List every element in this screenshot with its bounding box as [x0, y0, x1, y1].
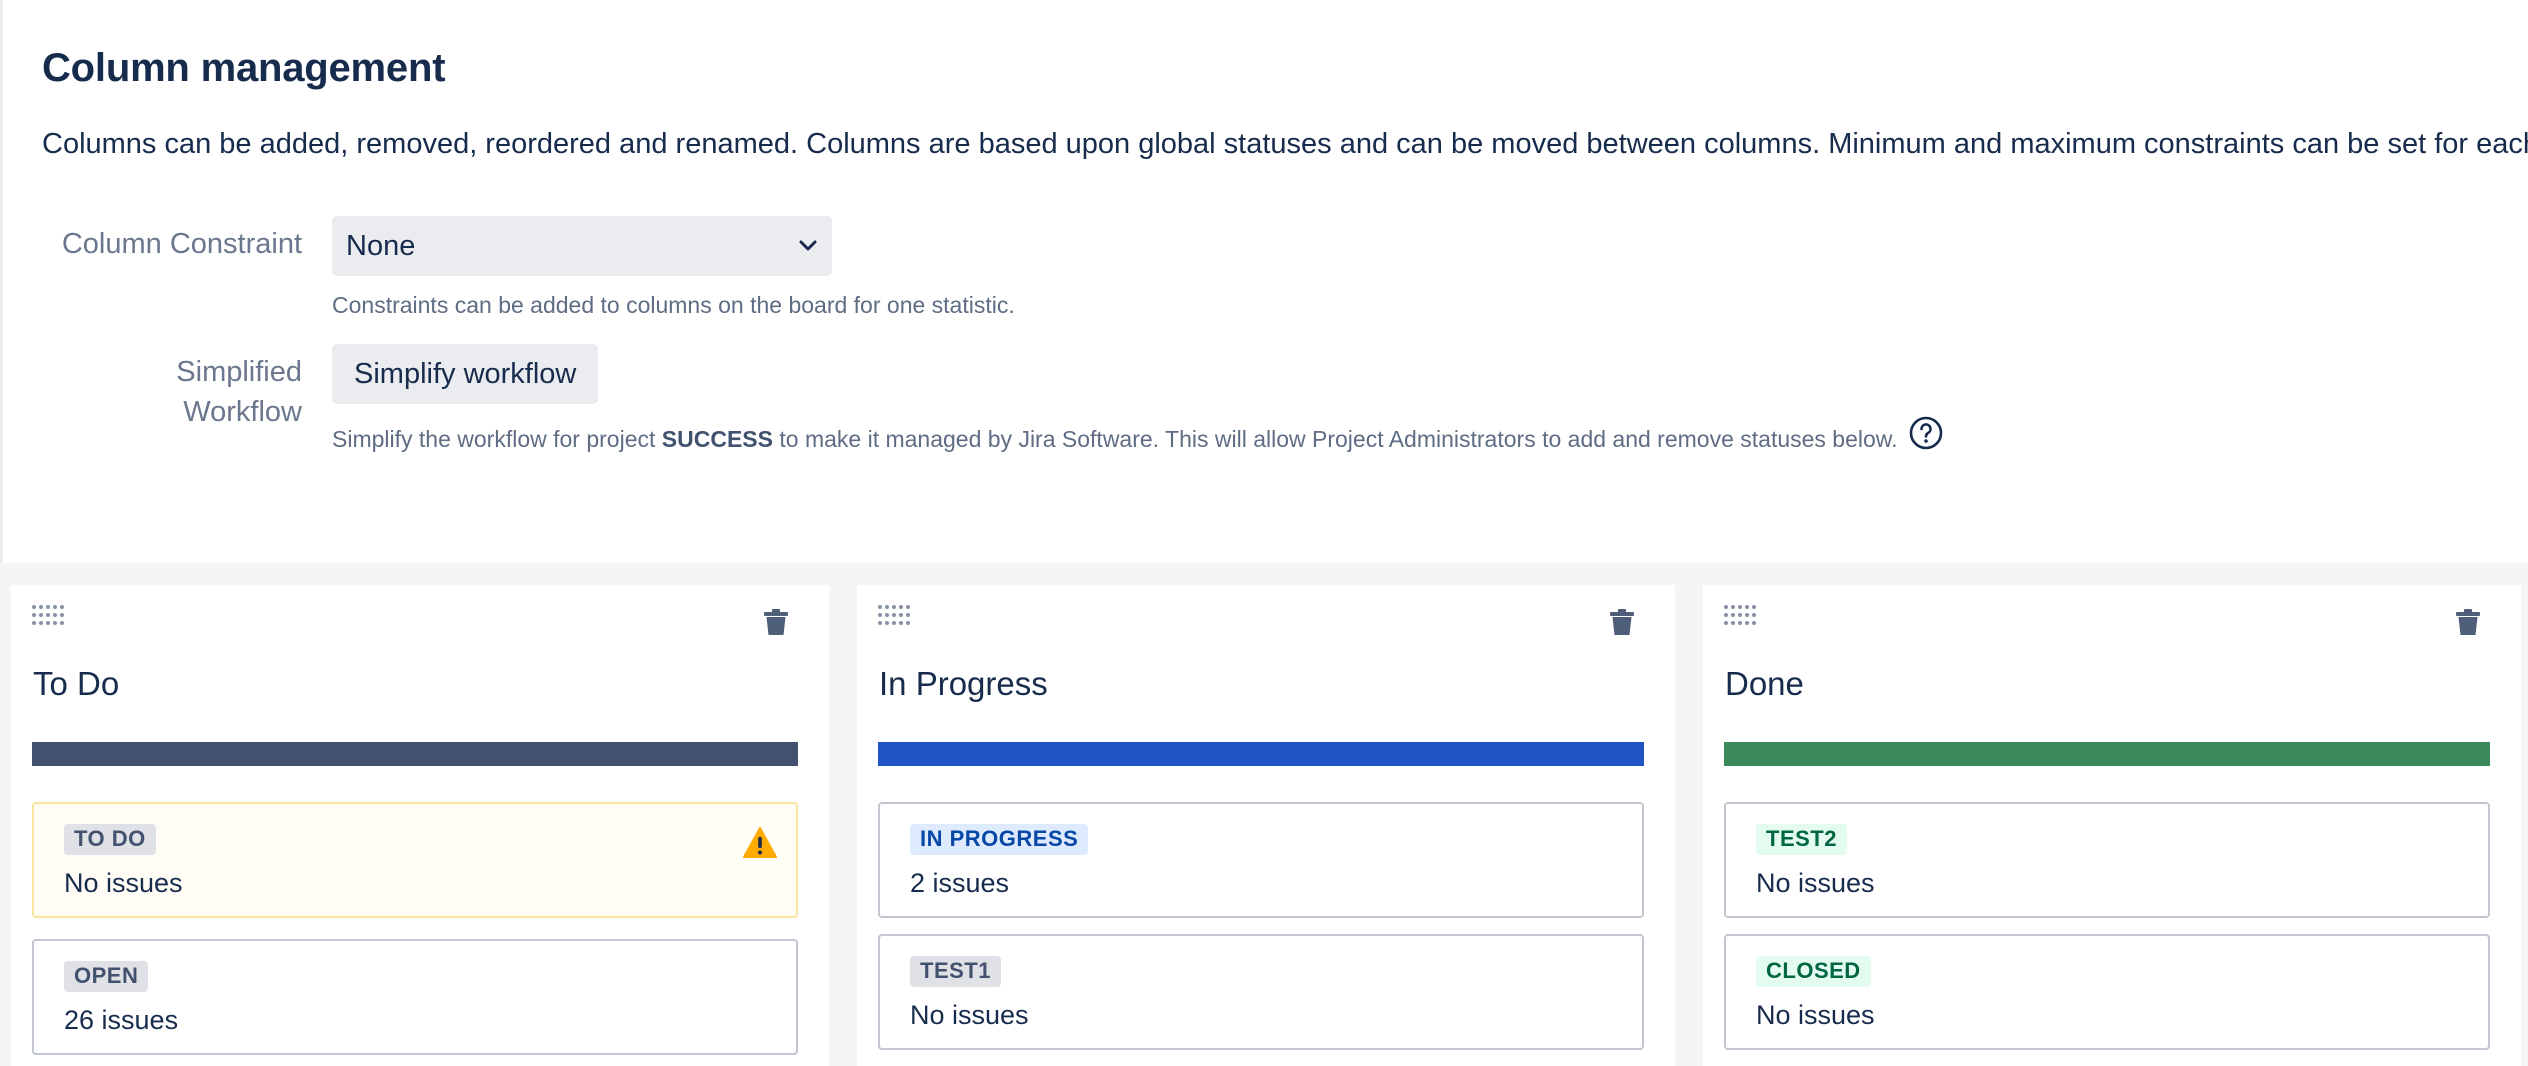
- simplify-helper-before: Simplify the workflow for project: [332, 425, 656, 452]
- simplify-helper-after: to make it managed by Jira Software. Thi…: [779, 425, 1898, 452]
- drag-handle-icon[interactable]: [877, 604, 915, 626]
- status-card-closed[interactable]: CLOSED No issues: [1724, 934, 2490, 1050]
- issue-count: No issues: [1756, 868, 1875, 898]
- column-constraint-select[interactable]: None: [332, 216, 832, 276]
- simplify-workflow-helper: Simplify the workflow for project SUCCES…: [332, 416, 1944, 457]
- drag-handle-icon[interactable]: [31, 604, 69, 626]
- page-description: Columns can be added, removed, reordered…: [42, 128, 2528, 160]
- status-lozenge: TEST1: [910, 956, 1001, 987]
- column-status-bar: [878, 742, 1644, 766]
- issue-count: 2 issues: [910, 868, 1010, 898]
- trash-icon[interactable]: [763, 608, 789, 636]
- question-circle-icon[interactable]: [1908, 415, 1944, 451]
- project-key: SUCCESS: [661, 425, 773, 452]
- simplified-workflow-label: Simplified Workflow: [176, 356, 302, 428]
- status-card-test2[interactable]: TEST2 No issues: [1724, 802, 2490, 918]
- trash-icon[interactable]: [1609, 608, 1635, 636]
- column-title[interactable]: Done: [1725, 665, 1804, 703]
- status-lozenge: CLOSED: [1756, 956, 1871, 987]
- status-lozenge: TO DO: [64, 824, 156, 855]
- issue-count: No issues: [1756, 1000, 1875, 1030]
- board-column-to-do[interactable]: To Do TO DO No issues OPEN 26 issues: [11, 585, 829, 1066]
- content-left-border: [0, 0, 3, 563]
- issue-count: 26 issues: [64, 1005, 179, 1035]
- simplify-workflow-button[interactable]: Simplify workflow: [332, 344, 599, 404]
- status-card-in-progress[interactable]: IN PROGRESS 2 issues: [878, 802, 1644, 918]
- column-title[interactable]: To Do: [33, 665, 119, 703]
- board-column-done[interactable]: Done TEST2 No issues CLOSED No issues: [1703, 585, 2521, 1066]
- column-status-bar: [1724, 742, 2490, 766]
- drag-handle-icon[interactable]: [1723, 604, 1761, 626]
- column-constraint-selected-value: None: [346, 229, 416, 262]
- status-card-test1[interactable]: TEST1 No issues: [878, 934, 1644, 1050]
- status-lozenge: OPEN: [64, 961, 149, 992]
- status-card-to-do[interactable]: TO DO No issues: [32, 802, 798, 918]
- status-card-open[interactable]: OPEN 26 issues: [32, 939, 798, 1055]
- column-title[interactable]: In Progress: [879, 665, 1048, 703]
- warning-icon: [743, 827, 777, 858]
- column-status-bar: [32, 742, 798, 766]
- column-constraint-label: Column Constraint: [61, 228, 302, 260]
- chevron-down-icon: [798, 236, 818, 256]
- column-constraint-helper: Constraints can be added to columns on t…: [332, 292, 1015, 318]
- board-column-in-progress[interactable]: In Progress IN PROGRESS 2 issues TEST1 N…: [857, 585, 1675, 1066]
- issue-count: No issues: [910, 1000, 1029, 1030]
- issue-count: No issues: [64, 868, 183, 898]
- status-lozenge: TEST2: [1756, 824, 1847, 855]
- status-lozenge: IN PROGRESS: [910, 824, 1089, 855]
- page-title: Column management: [42, 46, 446, 90]
- trash-icon[interactable]: [2455, 608, 2481, 636]
